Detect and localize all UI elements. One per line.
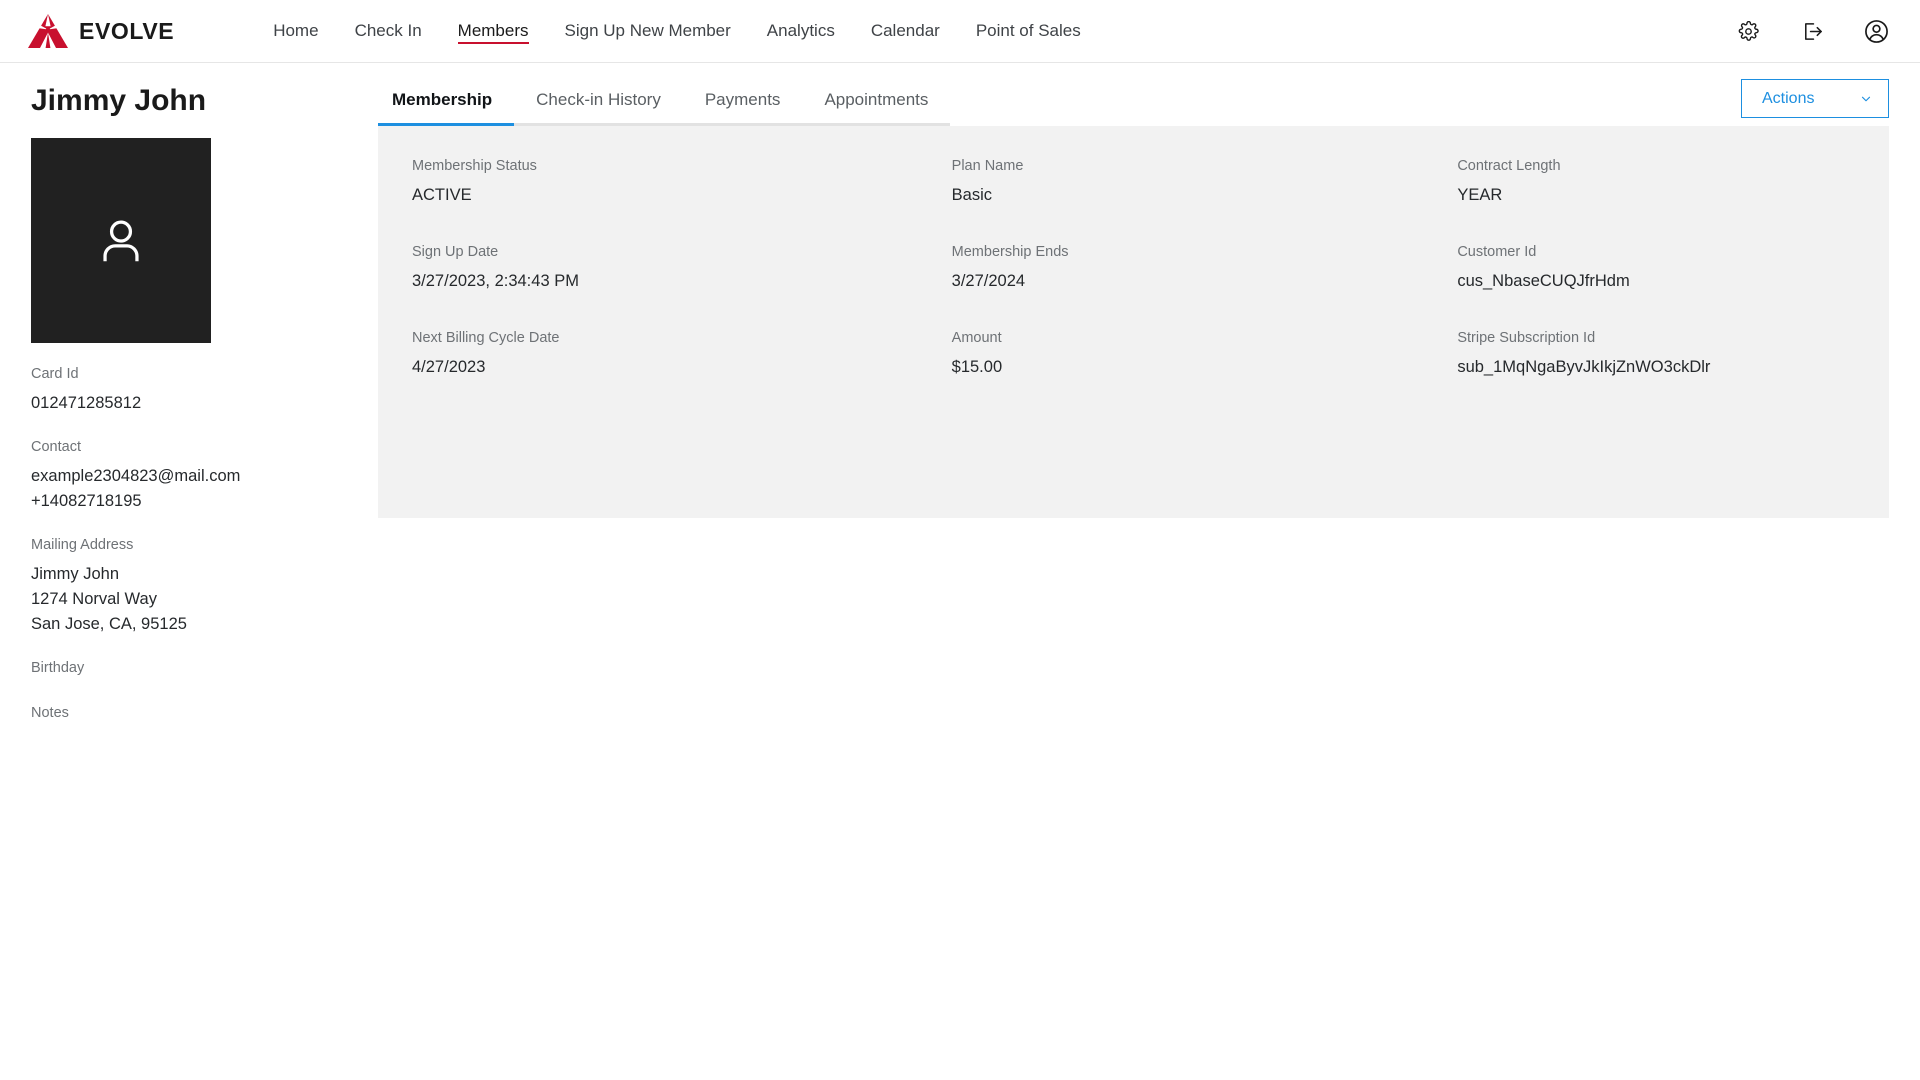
actions-button[interactable]: Actions — [1741, 79, 1889, 118]
nav-item-members[interactable]: Members — [440, 0, 547, 63]
field-label: Plan Name — [951, 158, 1024, 174]
card-id-block: Card Id 012471285812 — [31, 365, 378, 416]
field-value: $15.00 — [951, 357, 1003, 376]
nav-item-check-in[interactable]: Check In — [337, 0, 440, 63]
tabs-row: Membership Check-in History Payments App… — [378, 79, 1889, 126]
contact-label: Contact — [31, 438, 81, 455]
contact-block: Contact example2304823@mail.com +1408271… — [31, 438, 378, 514]
page-body: Jimmy John Card Id 012471285812 Contact … — [0, 63, 1920, 749]
birthday-block: Birthday — [31, 659, 378, 678]
field-label: Membership Ends — [951, 243, 1069, 260]
field-plan-name: Plan Name Basic — [882, 157, 1386, 243]
field-value: Basic — [951, 185, 993, 204]
address-line-2: 1274 Norval Way — [31, 589, 157, 608]
field-label: Customer Id — [1457, 243, 1537, 260]
field-customer-id: Customer Id cus_NbaseCUQJfrHdm — [1385, 243, 1889, 329]
mailing-address-block: Mailing Address Jimmy John 1274 Norval W… — [31, 536, 378, 637]
chevron-down-icon — [1861, 96, 1871, 101]
gear-icon — [1738, 21, 1759, 41]
account-circle-icon — [1864, 20, 1888, 43]
card-id-label: Card Id — [31, 366, 79, 382]
address-line-1: Jimmy John — [31, 564, 120, 583]
field-label: Next Billing Cycle Date — [412, 329, 560, 346]
account-button[interactable] — [1858, 14, 1894, 50]
field-value: ACTIVE — [412, 185, 472, 204]
nav-item-calendar[interactable]: Calendar — [853, 0, 958, 63]
nav-item-analytics[interactable]: Analytics — [749, 0, 853, 63]
contact-phone: +14082718195 — [31, 491, 142, 510]
field-label: Sign Up Date — [412, 243, 499, 260]
field-contract-length: Contract Length YEAR — [1385, 157, 1889, 243]
membership-details-panel: Membership Status ACTIVE Plan Name Basic… — [378, 126, 1889, 518]
field-label: Amount — [951, 329, 1002, 346]
primary-nav: Home Check In Members Sign Up New Member… — [255, 0, 1099, 63]
member-detail-content: Membership Check-in History Payments App… — [378, 79, 1920, 749]
field-value: YEAR — [1457, 185, 1503, 204]
logout-button[interactable] — [1794, 14, 1830, 50]
card-id-value: 012471285812 — [31, 393, 142, 412]
field-value: sub_1MqNgaByvJkIkjZnWO3ckDlr — [1457, 357, 1711, 376]
field-membership-ends: Membership Ends 3/27/2024 — [882, 243, 1386, 329]
nav-item-home[interactable]: Home — [255, 0, 336, 63]
field-value: cus_NbaseCUQJfrHdm — [1457, 271, 1630, 290]
contact-email: example2304823@mail.com — [31, 466, 241, 485]
field-next-billing-cycle-date: Next Billing Cycle Date 4/27/2023 — [378, 329, 882, 415]
nav-item-sign-up-new-member[interactable]: Sign Up New Member — [547, 0, 749, 63]
page-title: Jimmy John — [31, 84, 207, 117]
field-label: Membership Status — [412, 158, 537, 174]
brand-logo[interactable]: EVOLVE — [28, 14, 174, 48]
member-sidebar: Jimmy John Card Id 012471285812 Contact … — [0, 84, 378, 749]
field-amount: Amount $15.00 — [882, 329, 1386, 415]
tab-membership[interactable]: Membership — [378, 84, 515, 126]
field-value: 3/27/2024 — [951, 271, 1026, 290]
logout-icon — [1804, 23, 1822, 40]
address-line-3: San Jose, CA, 95125 — [31, 614, 187, 633]
nav-item-point-of-sales[interactable]: Point of Sales — [958, 0, 1099, 63]
evolve-triangle-logo-icon — [28, 14, 68, 48]
tab-check-in-history[interactable]: Check-in History — [514, 84, 683, 126]
field-value: 3/27/2023, 2:34:43 PM — [412, 271, 579, 290]
tab-appointments[interactable]: Appointments — [802, 84, 951, 126]
tab-payments[interactable]: Payments — [682, 84, 803, 126]
field-label: Contract Length — [1457, 158, 1561, 174]
field-value: 4/27/2023 — [412, 357, 486, 376]
field-stripe-subscription-id: Stripe Subscription Id sub_1MqNgaByvJkIk… — [1385, 329, 1889, 415]
notes-block: Notes — [31, 704, 378, 723]
birthday-label: Birthday — [31, 660, 85, 676]
top-bar-actions — [1730, 0, 1894, 63]
notes-label: Notes — [31, 704, 69, 721]
brand-name: EVOLVE — [79, 17, 175, 44]
mailing-address-label: Mailing Address — [31, 536, 134, 553]
tab-list: Membership Check-in History Payments App… — [378, 84, 951, 126]
avatar — [31, 138, 211, 343]
actions-button-label: Actions — [1762, 89, 1815, 107]
settings-button[interactable] — [1730, 14, 1766, 50]
top-navigation-bar: EVOLVE Home Check In Members Sign Up New… — [0, 0, 1920, 63]
field-membership-status: Membership Status ACTIVE — [378, 157, 882, 243]
field-sign-up-date: Sign Up Date 3/27/2023, 2:34:43 PM — [378, 243, 882, 329]
field-label: Stripe Subscription Id — [1457, 329, 1596, 346]
person-placeholder-icon — [103, 220, 139, 261]
